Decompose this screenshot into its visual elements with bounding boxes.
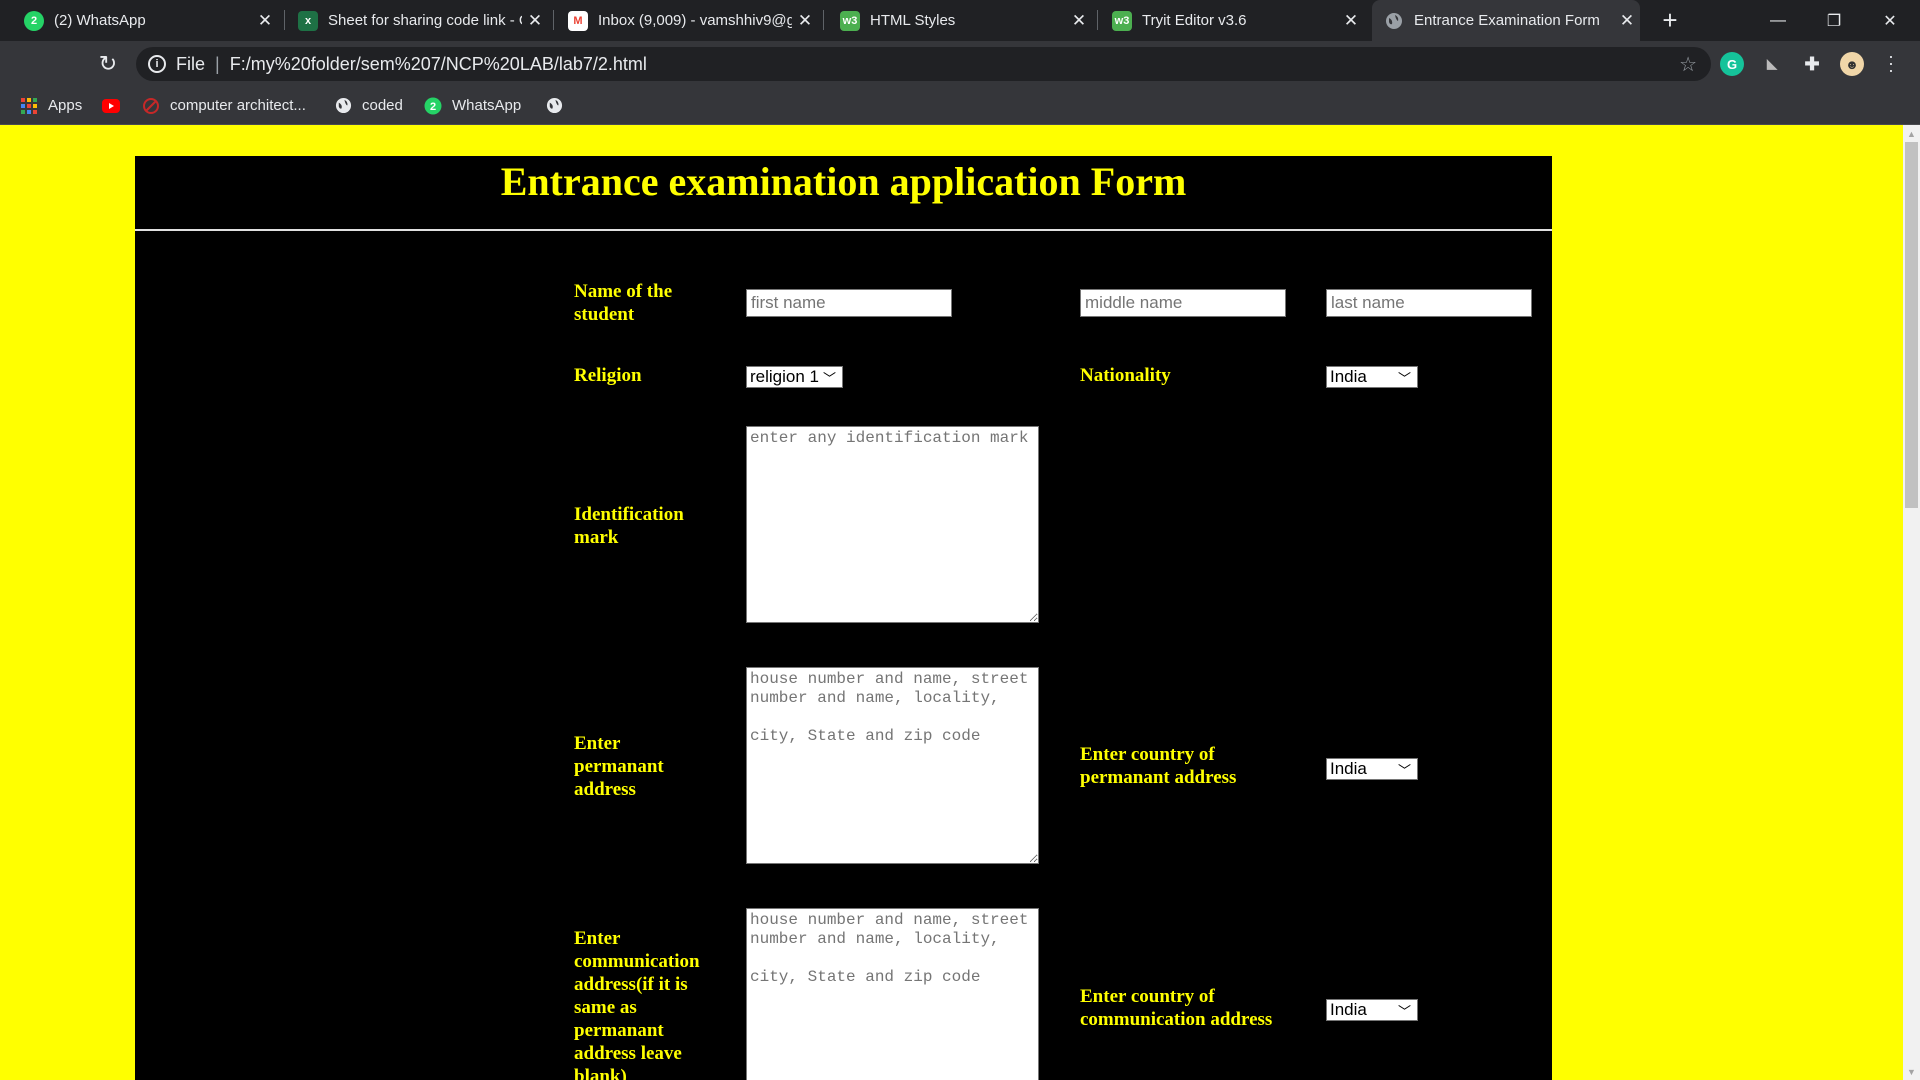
globe-icon	[1384, 11, 1404, 31]
title-divider	[135, 229, 1552, 231]
tab-separator	[823, 10, 824, 30]
tab-separator	[284, 10, 285, 30]
identification-textarea[interactable]	[746, 426, 1039, 623]
tab-title: Inbox (9,009) - vamshhiv9@g	[598, 12, 792, 29]
religion-label: Religion	[574, 365, 642, 386]
scroll-down-arrow-icon[interactable]: ▼	[1903, 1063, 1920, 1080]
communication-country-select[interactable]: India ﹀	[1326, 999, 1418, 1021]
reload-icon[interactable]: ↻	[94, 50, 122, 78]
bookmark-label: WhatsApp	[452, 97, 522, 114]
whatsapp-icon: 2	[424, 97, 442, 115]
tab-title: Tryit Editor v3.6	[1142, 12, 1247, 29]
bookmark-site-icon	[142, 97, 160, 115]
tab-gmail[interactable]: M Inbox (9,009) - vamshhiv9@g ✕	[556, 0, 818, 41]
address-divider: |	[215, 53, 220, 74]
bookmark-label: Apps	[48, 97, 83, 114]
permanent-country-selected-value: India	[1330, 759, 1367, 778]
nationality-label: Nationality	[1080, 365, 1171, 386]
address-bar[interactable]: i File | F:/my%20folder/sem%207/NCP%20LA…	[136, 47, 1711, 81]
window-close-button[interactable]: ✕	[1862, 0, 1918, 41]
browser-toolbar: ↻ i File | F:/my%20folder/sem%207/NCP%20…	[0, 41, 1920, 87]
new-tab-button[interactable]: +	[1655, 0, 1685, 41]
w3schools-icon: w3	[840, 10, 860, 31]
restore-button[interactable]: ❐	[1806, 0, 1862, 41]
globe-icon	[334, 97, 352, 115]
bookmark-globe[interactable]	[545, 87, 573, 124]
chevron-down-icon: ﹀	[1397, 371, 1411, 386]
chevron-down-icon: ﹀	[822, 371, 836, 386]
communication-country-label: Enter country of communication address	[1080, 986, 1273, 1030]
globe-icon	[545, 97, 563, 115]
communication-country-selected-value: India	[1330, 1000, 1367, 1019]
bookmark-star-icon[interactable]: ☆	[1679, 52, 1697, 77]
info-icon[interactable]: i	[148, 55, 166, 73]
page-scrollbar[interactable]: ▲ ▼	[1903, 125, 1920, 1080]
bookmark-apps[interactable]: Apps	[20, 87, 82, 124]
browser-tab-strip: 2 (2) WhatsApp ✕ x Sheet for sharing cod…	[0, 0, 1920, 41]
chevron-down-icon: ﹀	[1397, 763, 1411, 778]
svg-text:2: 2	[430, 101, 436, 113]
bookmark-computer-architecture[interactable]: computer architect...	[142, 87, 306, 124]
tab-separator	[1097, 10, 1098, 30]
bookmarks-bar: Apps computer architect... coded 2 Whats…	[0, 87, 1920, 125]
permanent-address-label: Enter permanant address	[574, 733, 664, 800]
grammarly-icon[interactable]: G	[1720, 52, 1744, 76]
bookmark-coded[interactable]: coded	[334, 87, 403, 124]
tab-title: (2) WhatsApp	[54, 12, 146, 29]
tab-whatsapp[interactable]: 2 (2) WhatsApp ✕	[12, 0, 278, 41]
religion-select[interactable]: religion 1 ﹀	[746, 366, 843, 388]
tab-title: HTML Styles	[870, 12, 956, 29]
close-icon[interactable]: ✕	[252, 11, 278, 31]
tab-sheet[interactable]: x Sheet for sharing code link - G ✕	[286, 0, 548, 41]
close-icon[interactable]: ✕	[1066, 11, 1092, 31]
address-url[interactable]: F:/my%20folder/sem%207/NCP%20LAB/lab7/2.…	[230, 54, 647, 75]
scrollbar-thumb[interactable]	[1905, 142, 1918, 508]
page-viewport: Entrance examination application Form Na…	[0, 125, 1903, 1080]
close-icon[interactable]: ✕	[1338, 11, 1364, 31]
tab-separator	[553, 10, 554, 30]
apps-grid-icon	[20, 97, 38, 115]
bookmark-youtube[interactable]	[102, 87, 130, 124]
extensions-puzzle-icon[interactable]: ✚	[1800, 52, 1824, 76]
chevron-down-icon: ﹀	[1397, 1004, 1411, 1019]
application-form: Entrance examination application Form Na…	[135, 156, 1552, 1080]
gmail-icon: M	[568, 10, 588, 31]
communication-address-textarea[interactable]	[746, 908, 1039, 1080]
scroll-up-arrow-icon[interactable]: ▲	[1903, 125, 1920, 142]
tab-title: Sheet for sharing code link - G	[328, 12, 522, 29]
identification-label: Identification mark	[574, 504, 684, 548]
excel-icon: x	[298, 10, 318, 31]
close-icon[interactable]: ✕	[522, 11, 548, 31]
first-name-input[interactable]	[746, 289, 952, 317]
close-icon[interactable]: ✕	[792, 11, 818, 31]
bookmark-label: coded	[362, 97, 403, 114]
whatsapp-icon: 2	[24, 10, 44, 31]
tab-tryit-editor[interactable]: w3 Tryit Editor v3.6 ✕	[1100, 0, 1364, 41]
tab-entrance-form[interactable]: Entrance Examination Form ✕	[1372, 0, 1640, 41]
tab-title: Entrance Examination Form	[1414, 12, 1600, 29]
name-label: Name of the student	[574, 281, 673, 325]
browser-menu-icon[interactable]: · · ·	[1888, 47, 1894, 79]
nationality-selected-value: India	[1330, 367, 1367, 386]
last-name-input[interactable]	[1326, 289, 1532, 317]
tab-html-styles[interactable]: w3 HTML Styles ✕	[828, 0, 1092, 41]
extension-shark-icon[interactable]: ◣	[1760, 52, 1784, 76]
bookmark-label: computer architect...	[170, 97, 306, 114]
permanent-address-textarea[interactable]	[746, 667, 1039, 864]
minimize-button[interactable]: —	[1750, 0, 1806, 41]
middle-name-input[interactable]	[1080, 289, 1286, 317]
bookmark-whatsapp[interactable]: 2 WhatsApp	[424, 87, 521, 124]
form-title: Entrance examination application Form	[500, 159, 1187, 204]
permanent-country-label: Enter country of permanant address	[1080, 744, 1237, 788]
religion-selected-value: religion 1	[750, 367, 819, 386]
communication-address-label: Enter communication address(if it is sam…	[574, 928, 700, 1080]
profile-avatar[interactable]: ☻	[1840, 52, 1864, 76]
w3schools-icon: w3	[1112, 10, 1132, 31]
youtube-icon	[102, 97, 120, 115]
nationality-select[interactable]: India ﹀	[1326, 366, 1418, 388]
close-icon[interactable]: ✕	[1614, 11, 1640, 31]
permanent-country-select[interactable]: India ﹀	[1326, 758, 1418, 780]
address-scheme-label: File	[176, 53, 206, 74]
